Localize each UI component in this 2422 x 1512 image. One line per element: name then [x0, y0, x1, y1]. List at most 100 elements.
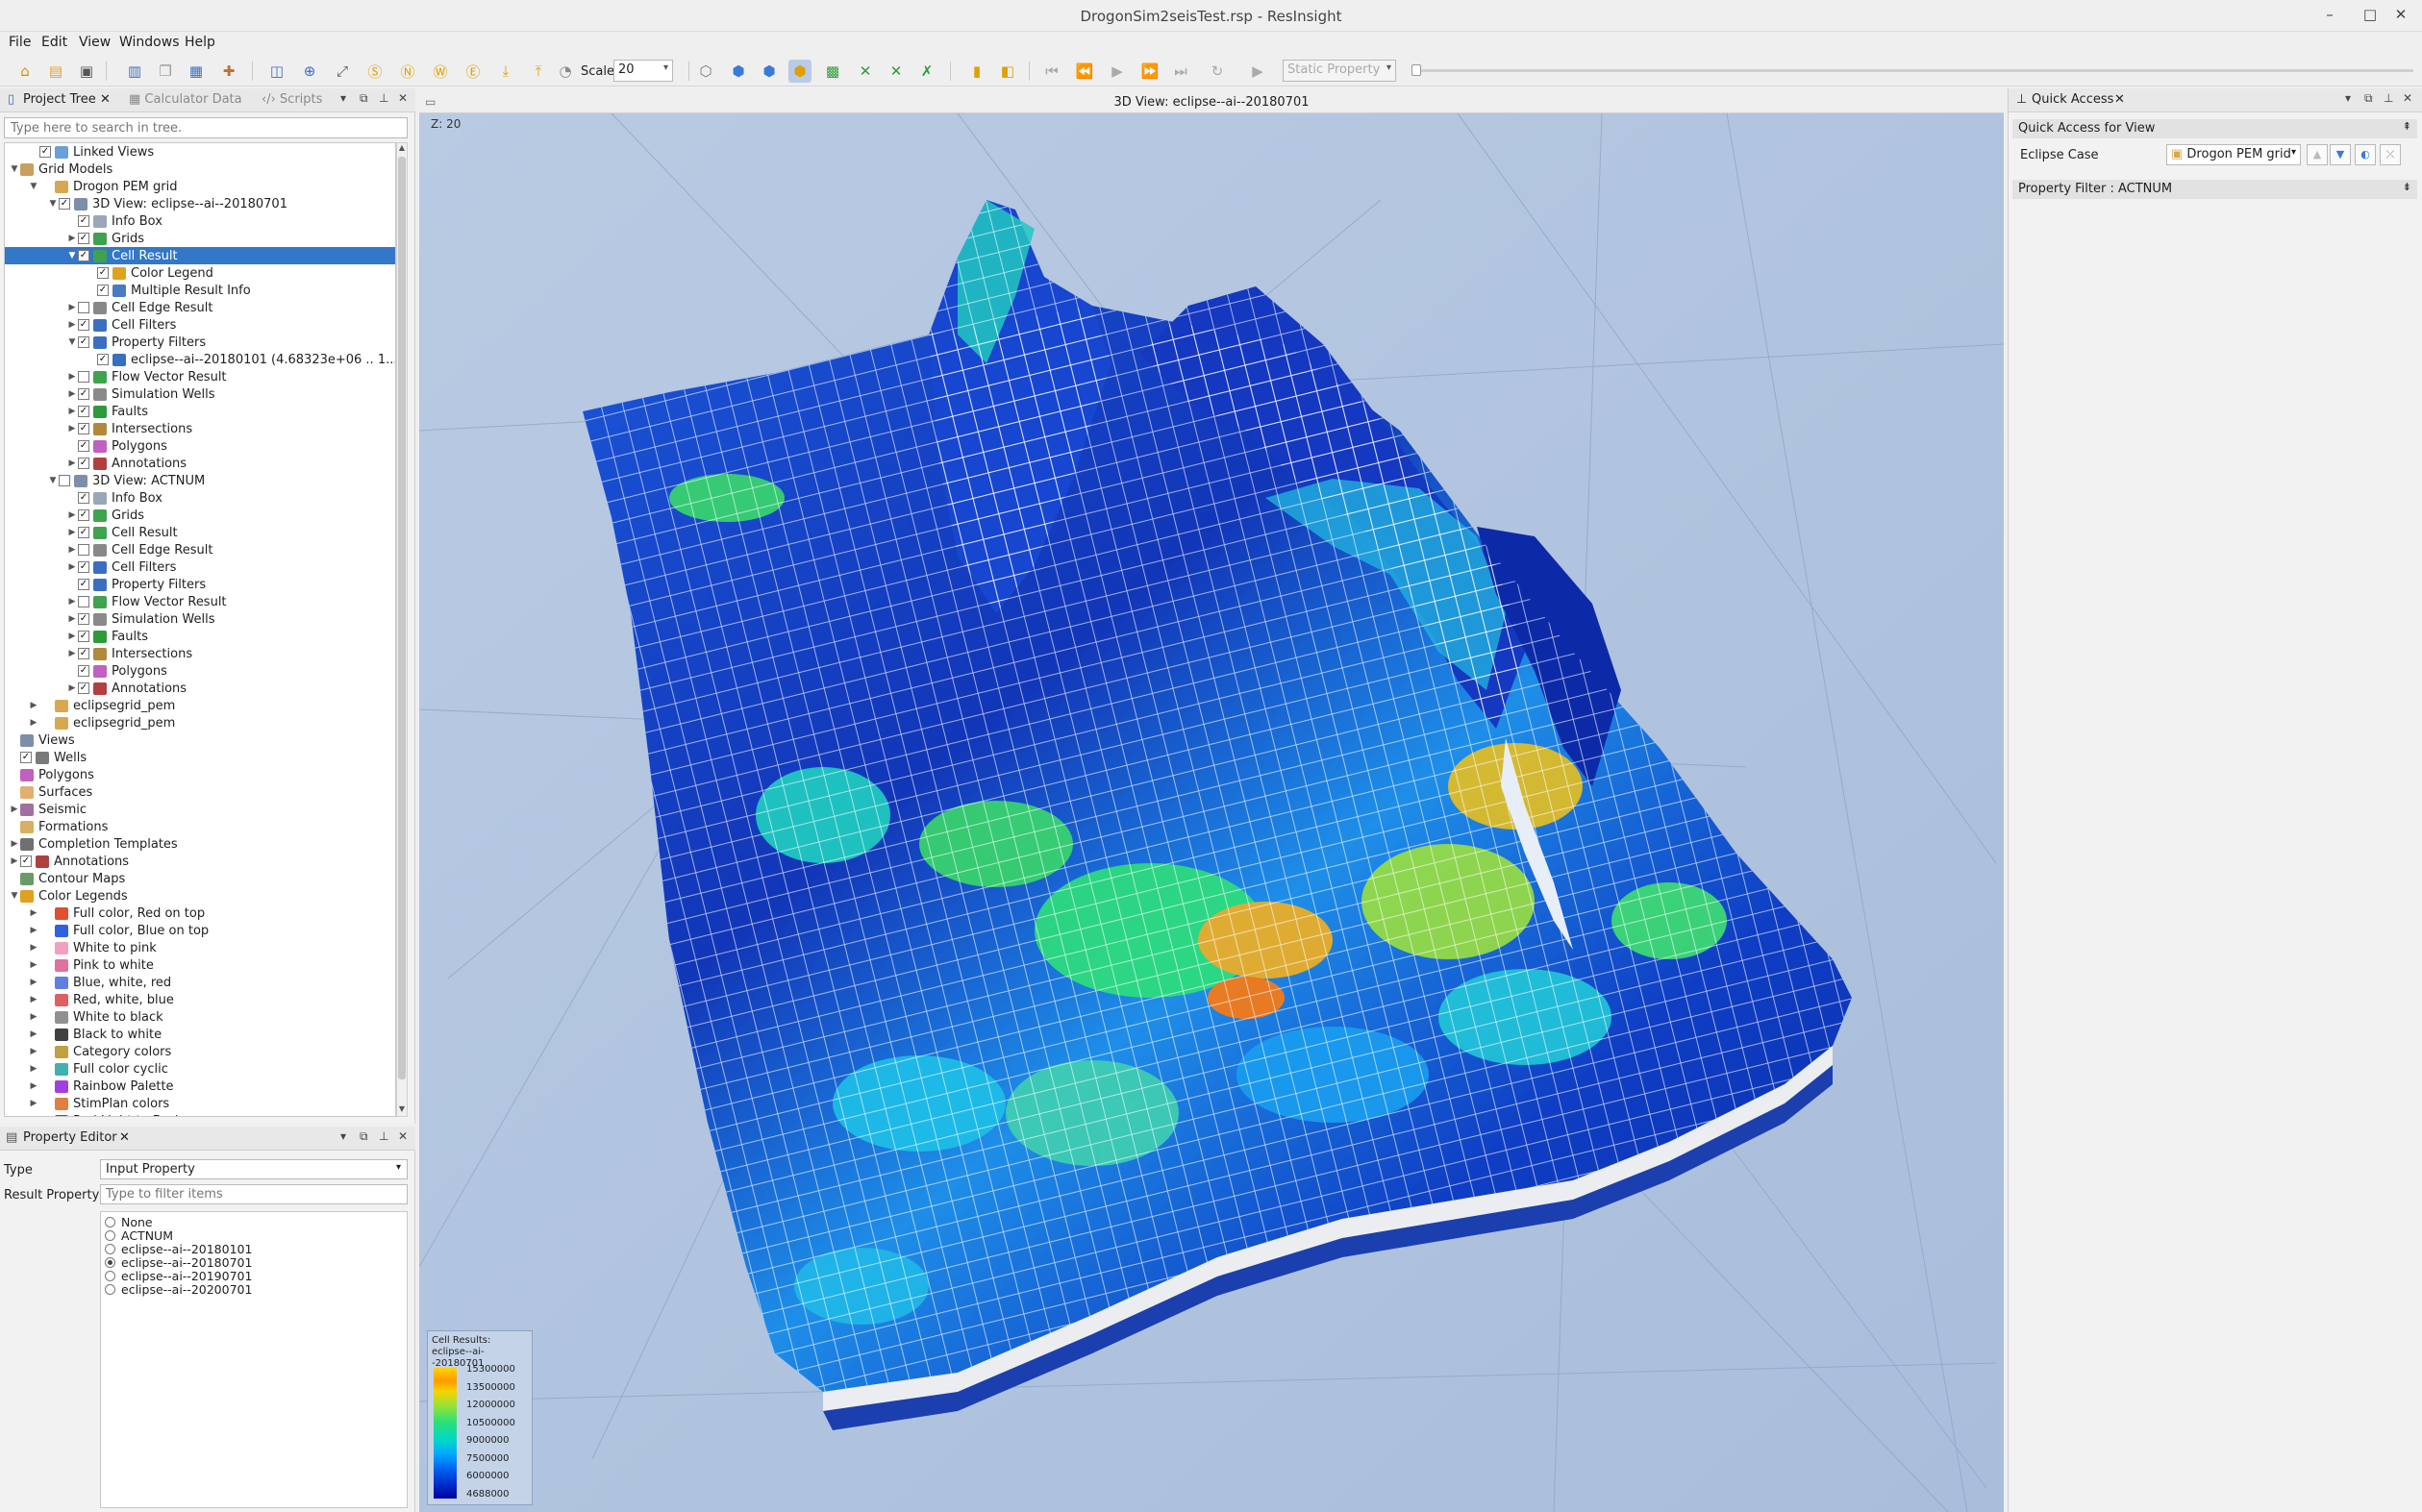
expand-arrow-icon[interactable]: ▶ — [28, 908, 39, 918]
timestep-slider-handle[interactable] — [1411, 64, 1421, 76]
close-panel-icon[interactable]: ✕ — [398, 91, 408, 105]
expand-arrow-icon[interactable]: ▶ — [28, 943, 39, 953]
tree-checkbox[interactable]: ✓ — [78, 458, 89, 469]
tree-item[interactable]: ▶ Blue, white, red — [5, 974, 395, 991]
pin-icon[interactable]: ⊥ — [379, 91, 388, 105]
radio-button[interactable] — [105, 1257, 115, 1268]
close-panel-icon[interactable]: ✕ — [398, 1129, 408, 1143]
tree-scrollbar-thumb[interactable] — [398, 157, 406, 1079]
tree-item[interactable]: ▶ Flow Vector Result — [5, 593, 395, 610]
pin-icon[interactable]: ⊥ — [379, 1129, 388, 1143]
tree-item[interactable]: ✓ Color Legend — [5, 264, 395, 282]
tab-menu-icon[interactable]: ▾ — [2345, 91, 2351, 105]
result-property-option[interactable]: ACTNUM — [105, 1228, 173, 1243]
tree-checkbox[interactable]: ✓ — [78, 215, 89, 227]
expand-arrow-icon[interactable]: ▶ — [66, 424, 78, 434]
type-select[interactable]: Input Property ▾ — [100, 1159, 408, 1179]
tree-checkbox[interactable]: ✓ — [78, 336, 89, 348]
expand-arrow-icon[interactable]: ▶ — [66, 407, 78, 416]
east-icon[interactable]: Ⓔ — [462, 60, 485, 83]
tree-item[interactable]: ▶ ✓ Intersections — [5, 645, 395, 662]
tree-item[interactable]: ▶ eclipsegrid_pem — [5, 697, 395, 714]
close-tab-icon[interactable]: ✕ — [100, 92, 111, 107]
menu-file[interactable]: File — [9, 35, 31, 50]
tree-checkbox[interactable]: ✓ — [78, 648, 89, 659]
select-icon[interactable]: ◐ — [2355, 144, 2376, 165]
tree-item[interactable]: ✓ Wells — [5, 749, 395, 766]
tree-checkbox[interactable]: ✓ — [78, 492, 89, 504]
tree-checkbox[interactable]: ✓ — [39, 146, 51, 158]
snapshot-icon[interactable]: ▦ — [185, 60, 208, 83]
tree-item[interactable]: Contour Maps — [5, 870, 395, 887]
expand-arrow-icon[interactable]: ▶ — [28, 978, 39, 987]
tree-scrollbar[interactable]: ▲ ▼ — [396, 142, 408, 1117]
tree-item[interactable]: ✓ eclipse--ai--20180101 (4.68323e+06 .. 1… — [5, 351, 395, 368]
float-icon[interactable]: ⧉ — [2364, 91, 2373, 106]
expand-arrow-icon[interactable]: ▶ — [28, 960, 39, 970]
tree-item[interactable]: ▼ ✓ Property Filters — [5, 334, 395, 351]
expand-arrow-icon[interactable]: ▶ — [28, 1099, 39, 1108]
tree-checkbox[interactable]: ✓ — [97, 267, 109, 279]
tree-checkbox[interactable]: ✓ — [78, 440, 89, 452]
tree-item[interactable]: ✓ Info Box — [5, 489, 395, 507]
expand-arrow-icon[interactable]: ▼ — [47, 476, 59, 485]
expand-arrow-icon[interactable]: ▶ — [66, 389, 78, 399]
tree-item[interactable]: ▶ Full color cyclic — [5, 1060, 395, 1078]
tree-checkbox[interactable]: ✓ — [20, 752, 32, 763]
expand-arrow-icon[interactable]: ▶ — [9, 805, 20, 814]
show-faults-icon[interactable]: ✕ — [854, 60, 877, 83]
float-icon[interactable]: ⧉ — [360, 91, 368, 106]
tree-item[interactable]: ▶ Full color, Red on top — [5, 905, 395, 922]
tree-item[interactable]: ▶ ✓ Grids — [5, 507, 395, 524]
expand-arrow-icon[interactable]: ▶ — [66, 597, 78, 607]
expand-arrow-icon[interactable]: ▶ — [66, 528, 78, 537]
south-icon[interactable]: Ⓝ — [396, 60, 419, 83]
expand-arrow-icon[interactable]: ▶ — [28, 701, 39, 710]
tree-checkbox[interactable] — [59, 475, 70, 486]
expand-arrow-icon[interactable]: ▶ — [66, 459, 78, 468]
result-filter-input[interactable] — [100, 1184, 408, 1204]
expand-arrow-icon[interactable]: ▶ — [28, 1029, 39, 1039]
expand-arrow-icon[interactable]: ▶ — [28, 1064, 39, 1074]
tree-item[interactable]: ▶ ✓ Annotations — [5, 455, 395, 472]
static-property-combo[interactable]: Static Property ▾ — [1283, 60, 1396, 82]
tree-checkbox[interactable] — [78, 371, 89, 383]
maximize-button[interactable]: □ — [2360, 6, 2381, 23]
radio-button[interactable] — [105, 1271, 115, 1281]
tree-item[interactable]: ▶ White to black — [5, 1008, 395, 1026]
tree-checkbox[interactable]: ✓ — [78, 561, 89, 573]
tree-item[interactable]: ▶ ✓ Grids — [5, 230, 395, 247]
menu-edit[interactable]: Edit — [41, 35, 67, 50]
play-icon[interactable]: ▶ — [1106, 60, 1129, 83]
tree-item[interactable]: ✓ Property Filters — [5, 576, 395, 593]
expand-arrow-icon[interactable]: ▶ — [66, 320, 78, 330]
expand-arrow-icon[interactable]: ▶ — [66, 683, 78, 693]
scale-combo[interactable]: 20 ▾ — [613, 60, 673, 82]
speed-icon[interactable]: ▶ — [1246, 60, 1269, 83]
result-property-option[interactable]: eclipse--ai--20200701 — [105, 1282, 252, 1297]
tree-item[interactable]: ▶ ✓ Intersections — [5, 420, 395, 437]
tree-item[interactable]: Polygons — [5, 766, 395, 783]
tab-property-editor[interactable]: Property Editor — [23, 1130, 117, 1145]
tab-quick-access[interactable]: Quick Access — [2032, 92, 2113, 107]
timestep-slider[interactable] — [1413, 69, 2413, 72]
property-filter-header[interactable]: Property Filter : ACTNUM ⇟ — [2012, 180, 2417, 199]
zoom-icon[interactable]: ⊕ — [298, 60, 321, 83]
quick-access-header[interactable]: Quick Access for View ⇞ — [2012, 119, 2417, 138]
eclipse-case-select[interactable]: ▣ Drogon PEM grid ▾ — [2166, 144, 2301, 165]
tree-item[interactable]: ▶ Full color, Blue on top — [5, 922, 395, 939]
tree-checkbox[interactable]: ✓ — [78, 579, 89, 590]
result-property-option[interactable]: eclipse--ai--20180701 — [105, 1255, 252, 1270]
radio-button[interactable] — [105, 1284, 115, 1295]
repeat-icon[interactable]: ↻ — [1206, 60, 1229, 83]
north-icon[interactable]: Ⓢ — [363, 60, 387, 83]
tree-item[interactable]: ✓ Info Box — [5, 212, 395, 230]
fault-labels-icon[interactable]: ✕ — [885, 60, 908, 83]
expand-arrow-icon[interactable]: ▼ — [28, 182, 39, 191]
tab-menu-icon[interactable]: ▾ — [340, 91, 346, 105]
tab-calculator-data[interactable]: ▦ Calculator Data — [129, 92, 242, 107]
tab-scripts[interactable]: ‹/› Scripts — [262, 92, 322, 107]
surface-icon[interactable]: ⬢ — [727, 60, 750, 83]
tree-item[interactable]: ▼ Grid Models — [5, 161, 395, 178]
expand-arrow-icon[interactable]: ▼ — [9, 164, 20, 174]
